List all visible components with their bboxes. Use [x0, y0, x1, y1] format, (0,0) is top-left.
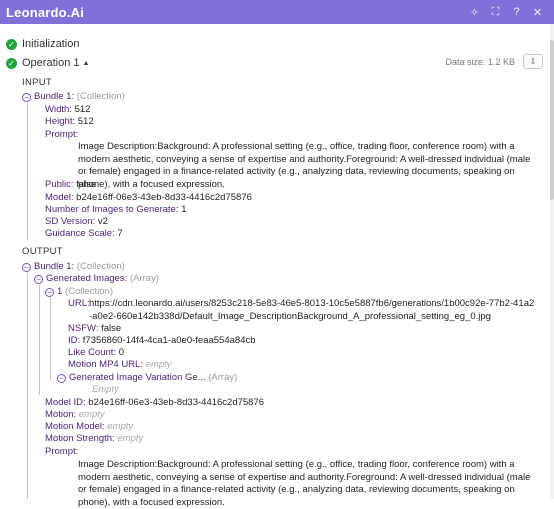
output-id: ID: f7356860-14f4-4ca1-a0e0-feaa554a84cb: [68, 335, 256, 346]
step-initialization[interactable]: ✓ Initialization: [6, 38, 79, 50]
tree-guide: [27, 103, 28, 240]
check-icon: ✓: [6, 57, 17, 69]
input-bundle-header[interactable]: − Bundle 1: (Collection): [22, 91, 125, 103]
download-button[interactable]: ⇩: [523, 54, 543, 69]
tree-guide: [50, 298, 51, 380]
collapse-icon[interactable]: −: [34, 275, 43, 284]
url-value[interactable]: https://cdn.leonardo.ai/users/8253c218-5…: [89, 298, 537, 323]
collapse-icon[interactable]: −: [45, 288, 54, 297]
help-icon[interactable]: ?: [506, 6, 527, 18]
variation-header[interactable]: − Generated Image Variation Ge... (Array): [57, 372, 237, 384]
check-icon: ✓: [6, 38, 17, 50]
output-motion: Motion: empty: [45, 409, 105, 420]
sparkle-icon[interactable]: ✧: [464, 6, 485, 19]
input-public: Public: false: [45, 179, 97, 190]
title-bar: Leonardo.Ai ✧ ⛶ ? ✕: [0, 0, 554, 24]
input-guidance-scale: Guidance Scale: 7: [45, 228, 123, 239]
output-nsfw: NSFW: false: [68, 323, 122, 334]
input-width: Width: 512: [45, 104, 91, 115]
input-prompt-key: Prompt:: [45, 129, 79, 140]
generated-images-header[interactable]: − Generated Images: (Array): [34, 273, 159, 285]
generated-image-item-1[interactable]: −1 (Collection): [45, 286, 113, 298]
caret-up-icon[interactable]: ▲: [82, 60, 89, 67]
collapse-icon[interactable]: −: [22, 263, 31, 272]
input-heading: INPUT: [22, 77, 52, 88]
window-title: Leonardo.Ai: [6, 4, 85, 20]
window-controls: ✧ ⛶ ? ✕: [464, 6, 554, 19]
output-motion-strength: Motion Strength: empty: [45, 433, 144, 444]
output-motion-model: Motion Model: empty: [45, 421, 134, 432]
tree-guide: [39, 285, 40, 395]
output-heading: OUTPUT: [22, 246, 63, 257]
close-icon[interactable]: ✕: [527, 6, 548, 19]
step-operation-1[interactable]: ✓ Operation 1 ▲: [6, 57, 89, 69]
output-like-count: Like Count: 0: [68, 347, 124, 358]
output-bundle-header[interactable]: − Bundle 1: (Collection): [22, 261, 125, 273]
collapse-icon[interactable]: −: [57, 374, 66, 383]
input-height: Height: 512: [45, 116, 94, 127]
step-initialization-label: Initialization: [22, 38, 80, 50]
download-icon: ⇩: [529, 57, 537, 66]
input-model: Model: b24e16ff-06e3-43eb-8d33-4416c2d75…: [45, 192, 252, 203]
url-key: URL:: [68, 298, 90, 309]
input-sd-version: SD Version: v2: [45, 216, 108, 227]
scrollbar-thumb[interactable]: [550, 40, 554, 200]
fullscreen-icon[interactable]: ⛶: [485, 6, 506, 19]
output-prompt-key: Prompt:: [45, 446, 79, 457]
output-prompt-value: Image Description:Background: A professi…: [78, 459, 531, 508]
input-num-images: Number of Images to Generate: 1: [45, 204, 187, 215]
step-operation-label: Operation 1: [22, 57, 80, 69]
collapse-icon[interactable]: −: [22, 93, 31, 102]
tree-guide: [27, 273, 28, 499]
input-prompt-value: Image Description:Background: A professi…: [78, 141, 531, 190]
data-size: Data size: 1.2 KB: [445, 57, 515, 67]
output-motion-mp4-url: Motion MP4 URL: empty: [68, 359, 172, 370]
variation-empty: Empty: [92, 384, 119, 395]
output-model-id: Model ID: b24e16ff-06e3-43eb-8d33-4416c2…: [45, 397, 265, 408]
